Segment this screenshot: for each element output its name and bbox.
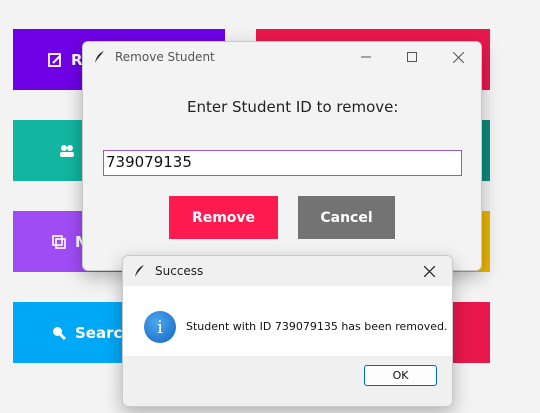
info-icon: i	[144, 311, 176, 343]
success-dialog-title: Success	[155, 264, 204, 278]
close-button[interactable]	[435, 42, 481, 72]
success-message: Student with ID 739079135 has been remov…	[186, 320, 448, 333]
remove-dialog-titlebar: Remove Student	[83, 42, 481, 72]
minimize-button[interactable]	[343, 42, 389, 72]
feather-icon	[135, 265, 144, 277]
maximize-icon	[407, 52, 417, 62]
users-icon	[60, 144, 74, 157]
minimize-icon	[361, 56, 371, 58]
remove-student-dialog: Remove Student Enter Student ID to remov…	[82, 41, 482, 271]
feather-icon	[95, 51, 104, 63]
cancel-button[interactable]: Cancel	[298, 196, 395, 239]
student-id-input[interactable]: 739079135	[103, 150, 462, 176]
ok-button[interactable]: OK	[364, 365, 437, 386]
remove-prompt-label: Enter Student ID to remove:	[187, 98, 399, 116]
success-footer: OK	[123, 356, 452, 406]
success-dialog: Success i Student with ID 739079135 has …	[122, 255, 453, 407]
remove-dialog-title: Remove Student	[115, 50, 215, 64]
search-icon	[53, 326, 67, 340]
success-close-button[interactable]	[406, 256, 452, 286]
copy-icon	[52, 234, 66, 249]
edit-icon	[48, 52, 61, 67]
remove-button[interactable]: Remove	[169, 196, 278, 239]
close-icon	[452, 51, 464, 63]
maximize-button[interactable]	[389, 42, 435, 72]
success-dialog-titlebar: Success	[123, 256, 452, 286]
close-icon	[423, 265, 435, 277]
success-message-area: i Student with ID 739079135 has been rem…	[123, 286, 452, 366]
